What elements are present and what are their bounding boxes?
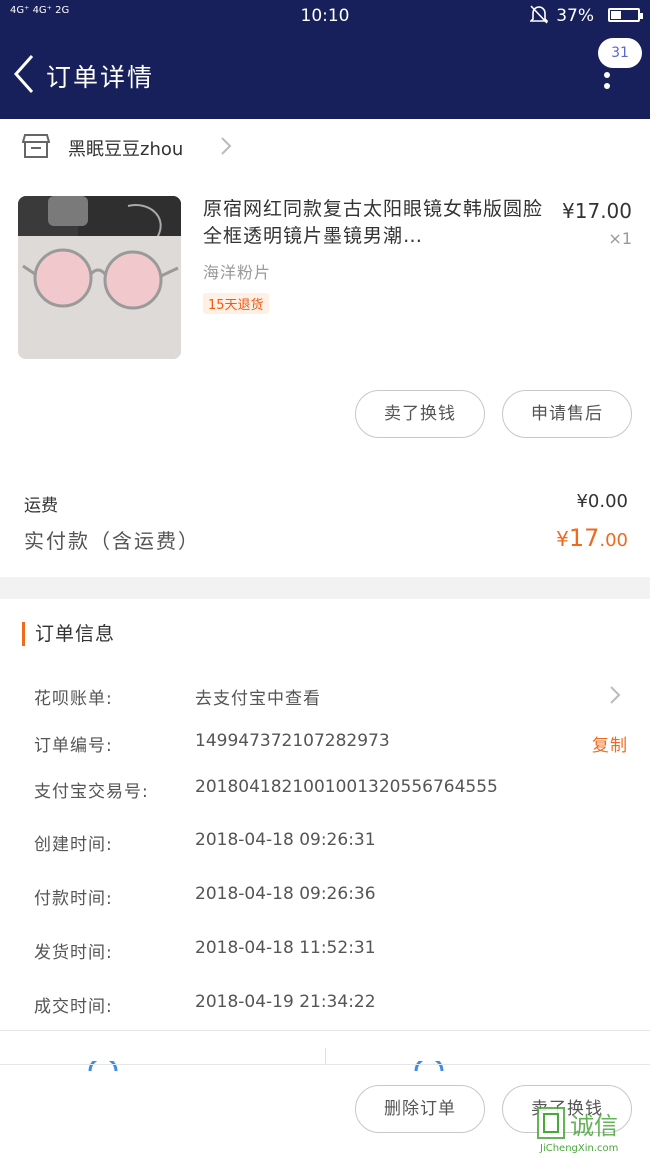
- after-sale-button[interactable]: 申请售后: [502, 390, 632, 438]
- shipping-label: 运费: [24, 496, 58, 516]
- paid-currency: ¥: [556, 527, 569, 551]
- delete-order-button[interactable]: 删除订单: [355, 1085, 485, 1133]
- huabei-link[interactable]: 去支付宝中查看: [195, 684, 321, 709]
- message-badge[interactable]: 31: [598, 38, 642, 68]
- chat-icon[interactable]: [88, 1056, 118, 1075]
- product-variant: 海洋粉片: [203, 263, 272, 282]
- status-bar: 4G⁺ 4G⁺ 2G 10:10 37%: [0, 0, 650, 32]
- paid-amount: ¥17.00: [556, 524, 628, 552]
- order-number-label: 订单编号:: [34, 736, 113, 756]
- paid-integer: 17: [568, 524, 600, 552]
- more-menu-icon[interactable]: [604, 72, 610, 94]
- mute-bell-icon: [529, 4, 549, 29]
- deal-time-value: 2018-04-19 21:34:22: [195, 992, 376, 1012]
- shipping-value: ¥0.00: [576, 491, 628, 512]
- order-number-value: 149947372107282973: [195, 731, 390, 751]
- alipay-trade-value: 2018041821001001320556764555: [195, 777, 498, 797]
- paid-label: 实付款（含运费）: [24, 529, 200, 553]
- section-divider: [0, 577, 650, 599]
- copy-order-number-button[interactable]: 复制: [592, 731, 628, 756]
- divider: [325, 1048, 326, 1064]
- paid-decimal: .00: [599, 530, 628, 551]
- created-time-value: 2018-04-18 09:26:31: [195, 830, 376, 850]
- shop-name[interactable]: 黑眠豆豆zhou: [68, 135, 183, 161]
- app-header: 订单详情 31: [0, 32, 650, 119]
- created-time-label: 创建时间:: [34, 835, 113, 855]
- deal-time-label: 成交时间:: [34, 997, 113, 1017]
- back-arrow-icon[interactable]: [12, 54, 36, 98]
- product-title[interactable]: 原宿网红同款复古太阳眼镜女韩版圆脸全框透明镜片墨镜男潮…: [203, 196, 543, 250]
- shop-row[interactable]: 黑眠豆豆zhou: [0, 119, 650, 175]
- paid-time-label: 付款时间:: [34, 889, 113, 909]
- chevron-right-icon[interactable]: [609, 685, 621, 709]
- watermark-logo: 诚信 JiChengXin.com: [536, 1106, 646, 1154]
- product-thumbnail[interactable]: [18, 196, 181, 359]
- page-title: 订单详情: [46, 63, 155, 92]
- shipped-time-value: 2018-04-18 11:52:31: [195, 938, 376, 958]
- clock: 10:10: [300, 6, 350, 26]
- return-policy-badge: 15天退货: [203, 293, 269, 314]
- watermark-text: 诚信: [570, 1112, 618, 1140]
- product-quantity: ×1: [608, 229, 632, 248]
- alipay-trade-label: 支付宝交易号:: [34, 782, 149, 802]
- store-icon: [21, 133, 51, 163]
- phone-icon[interactable]: [414, 1056, 444, 1075]
- product-price: ¥17.00: [562, 199, 632, 223]
- battery-percent: 37%: [556, 6, 594, 26]
- chevron-right-icon: [220, 136, 232, 160]
- shipped-time-label: 发货时间:: [34, 943, 113, 963]
- watermark-url: JiChengXin.com: [539, 1143, 618, 1154]
- paid-time-value: 2018-04-18 09:26:36: [195, 884, 376, 904]
- huabei-label: 花呗账单:: [34, 689, 113, 709]
- divider: [0, 1064, 650, 1065]
- order-info-title: 订单信息: [22, 622, 115, 646]
- battery-icon: [608, 8, 643, 22]
- sell-item-button[interactable]: 卖了换钱: [355, 390, 485, 438]
- divider: [0, 1030, 650, 1031]
